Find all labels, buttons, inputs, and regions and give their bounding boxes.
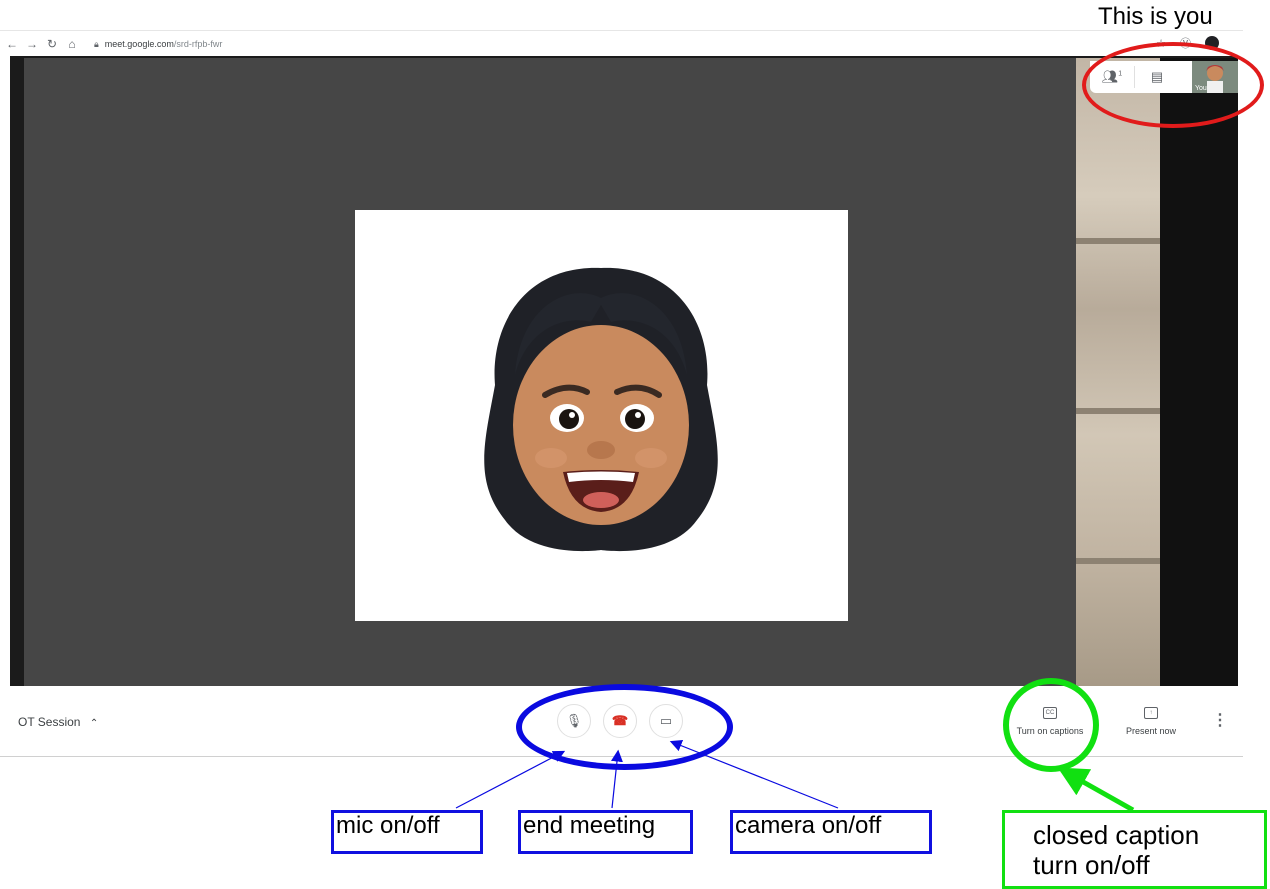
caption-label-line2: turn on/off [1033, 849, 1150, 880]
annotation-caption-label: closed caption turn on/off [1002, 810, 1267, 889]
camera-label-text: camera on/off [735, 812, 882, 839]
annotation-end-label: end meeting [518, 810, 693, 854]
camera-arrow [669, 739, 839, 809]
annotation-mic-label: mic on/off [331, 810, 483, 854]
annotation-arrows [455, 739, 1135, 813]
mic-arrow [455, 750, 566, 809]
mic-label-text: mic on/off [336, 812, 440, 839]
annotation-camera-label: camera on/off [730, 810, 932, 854]
caption-arrow [1057, 767, 1135, 813]
caption-label-line1: closed caption [1033, 820, 1200, 850]
end-arrow [611, 749, 623, 809]
end-label-text: end meeting [523, 812, 656, 839]
